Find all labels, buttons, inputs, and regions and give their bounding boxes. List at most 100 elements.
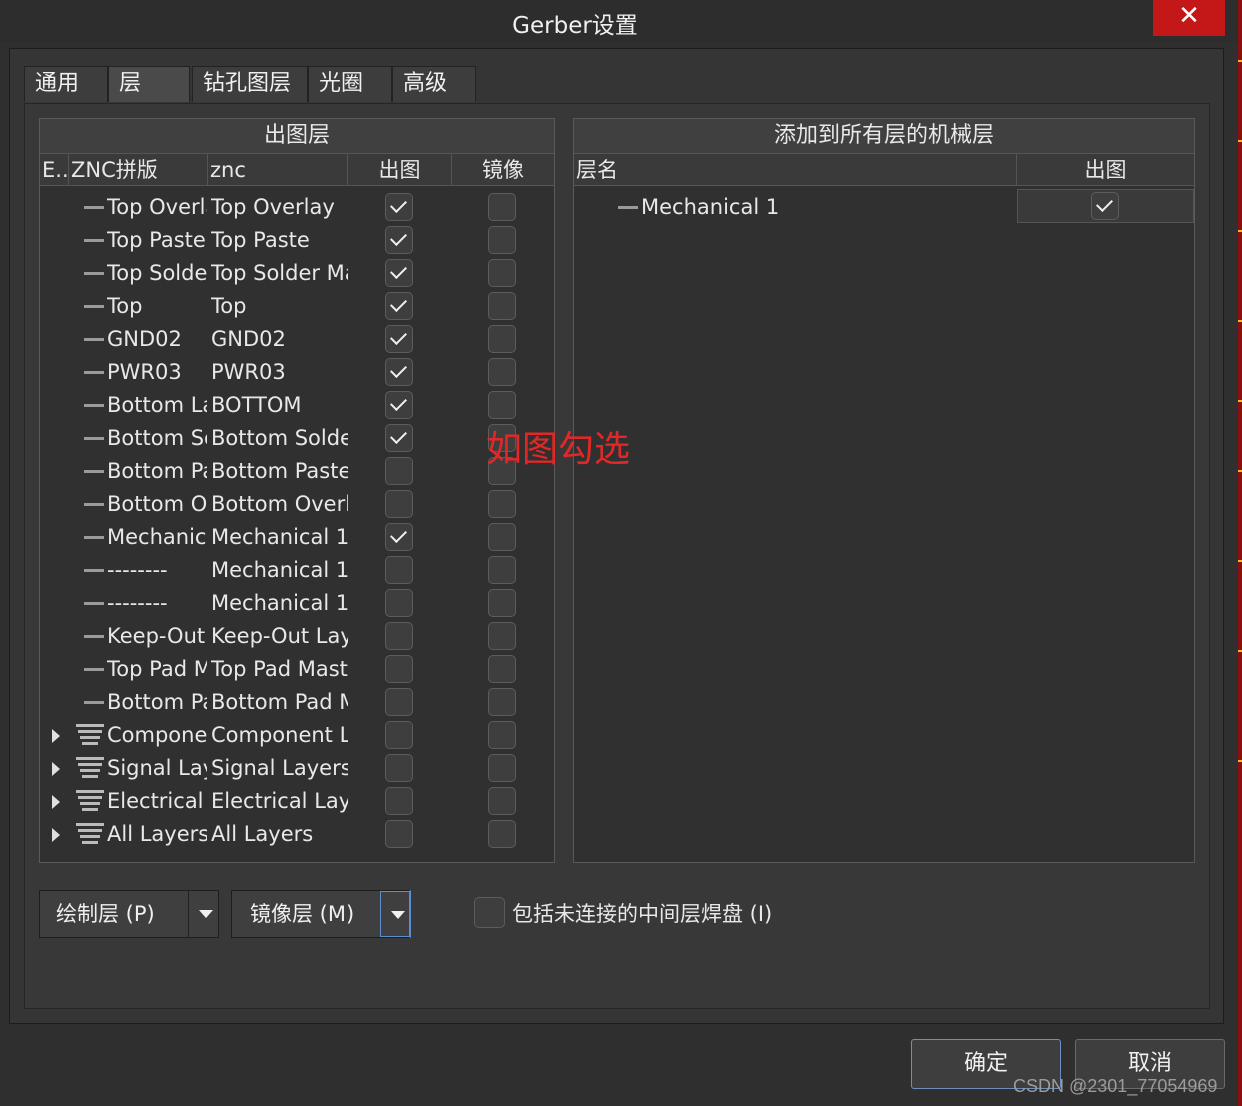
plot-checkbox[interactable]	[385, 259, 413, 287]
mirror-checkbox[interactable]	[488, 754, 516, 782]
plot-checkbox[interactable]	[385, 622, 413, 650]
expand-arrow-icon[interactable]	[52, 762, 60, 776]
layer-line-icon	[84, 371, 104, 374]
expand-arrow-icon[interactable]	[52, 795, 60, 809]
table-row[interactable]: Electrical LElectrical Layer	[40, 785, 554, 818]
layer-cell: Keep-Out	[107, 624, 206, 648]
table-row[interactable]: -------- Mechanical 13	[40, 554, 554, 587]
table-row[interactable]: Bottom La BOTTOM	[40, 389, 554, 422]
plot-checkbox[interactable]	[385, 358, 413, 386]
table-row[interactable]: GND02 GND02	[40, 323, 554, 356]
tab-drill-drawing[interactable]: 钻孔图层	[192, 66, 308, 102]
plot-checkbox[interactable]	[385, 424, 413, 452]
layer-line-icon	[84, 635, 104, 638]
tab-advanced[interactable]: 高级	[392, 66, 476, 102]
mirror-checkbox[interactable]	[488, 259, 516, 287]
mirror-checkbox[interactable]	[488, 820, 516, 848]
table-row[interactable]: Bottom Pa Bottom Pad M	[40, 686, 554, 719]
table-row[interactable]: Top OverlaTop Overlay	[40, 191, 554, 224]
plot-checkbox[interactable]	[385, 193, 413, 221]
layer-line-icon	[84, 701, 104, 704]
chevron-down-icon[interactable]	[188, 891, 219, 937]
col-header-layer-name[interactable]: 层名	[574, 154, 1017, 186]
table-row[interactable]: PWR03 PWR03	[40, 356, 554, 389]
mirror-checkbox[interactable]	[488, 787, 516, 815]
mirror-checkbox[interactable]	[488, 523, 516, 551]
name-cell: Bottom Pad M	[211, 690, 348, 714]
plot-checkbox[interactable]	[385, 787, 413, 815]
name-cell: Top Overlay	[211, 195, 335, 219]
mirror-checkbox[interactable]	[488, 391, 516, 419]
name-cell: Bottom Paste	[211, 459, 348, 483]
col-header-mirror[interactable]: 镜像	[452, 154, 554, 186]
table-row[interactable]: Signal LayeSignal Layers	[40, 752, 554, 785]
col-header-name[interactable]: znc	[208, 154, 348, 186]
table-row[interactable]: Top Paste Top Paste	[40, 224, 554, 257]
col-header-mech-plot[interactable]: 出图	[1017, 154, 1194, 186]
plot-checkbox[interactable]	[385, 688, 413, 716]
tab-apertures[interactable]: 光圈	[308, 66, 392, 102]
plot-checkbox[interactable]	[385, 226, 413, 254]
table-row[interactable]: Bottom Pa Bottom Paste	[40, 455, 554, 488]
col-header-plot[interactable]: 出图	[348, 154, 452, 186]
plot-layers-dropdown[interactable]: 绘制层 (P)	[39, 890, 219, 938]
plot-checkbox[interactable]	[385, 292, 413, 320]
table-row[interactable]: -------- Mechanical 15	[40, 587, 554, 620]
mirror-layers-dropdown[interactable]: 镜像层 (M)	[231, 890, 411, 938]
mech-plot-checkbox[interactable]	[1091, 192, 1119, 220]
plot-checkbox[interactable]	[385, 655, 413, 683]
mirror-checkbox[interactable]	[488, 490, 516, 518]
mirror-checkbox[interactable]	[488, 292, 516, 320]
mirror-checkbox[interactable]	[488, 325, 516, 353]
plot-checkbox[interactable]	[385, 325, 413, 353]
plot-checkbox[interactable]	[385, 721, 413, 749]
close-button[interactable]: ✕	[1153, 0, 1225, 36]
plot-checkbox[interactable]	[385, 556, 413, 584]
tab-layers[interactable]: 层	[108, 66, 190, 102]
mirror-checkbox[interactable]	[488, 226, 516, 254]
layer-line-icon	[618, 206, 638, 209]
mirror-checkbox[interactable]	[488, 556, 516, 584]
expand-arrow-icon[interactable]	[52, 828, 60, 842]
mirror-checkbox[interactable]	[488, 622, 516, 650]
layer-cell: Signal Laye	[107, 756, 207, 780]
mirror-checkbox[interactable]	[488, 655, 516, 683]
plot-checkbox[interactable]	[385, 490, 413, 518]
table-row[interactable]: Top Solde Top Solder Ma	[40, 257, 554, 290]
name-cell: All Layers	[211, 822, 314, 846]
col-header-layer[interactable]: ZNC拼版	[69, 154, 208, 186]
col-header-extension[interactable]: E...	[40, 154, 69, 186]
table-row[interactable]: Mechanical 1	[574, 189, 1194, 224]
plot-checkbox[interactable]	[385, 820, 413, 848]
layer-cell: Top Overla	[107, 195, 207, 219]
table-row[interactable]: Top Top	[40, 290, 554, 323]
include-unconnected-checkbox[interactable]	[474, 897, 505, 928]
table-row[interactable]: Bottom OvBottom Overla	[40, 488, 554, 521]
mirror-checkbox[interactable]	[488, 721, 516, 749]
mirror-checkbox[interactable]	[488, 589, 516, 617]
layer-cell: Top Paste	[107, 228, 206, 252]
plot-checkbox[interactable]	[385, 589, 413, 617]
chevron-down-icon[interactable]	[380, 891, 410, 937]
layer-line-icon	[84, 503, 104, 506]
mechanical-layers-list: Mechanical 1	[574, 189, 1194, 859]
layer-cell: Mechanica	[107, 525, 207, 549]
table-row[interactable]: ComponerComponent La	[40, 719, 554, 752]
table-row[interactable]: Bottom So Bottom Solder	[40, 422, 554, 455]
tab-general[interactable]: 通用	[24, 66, 108, 102]
mirror-checkbox[interactable]	[488, 688, 516, 716]
table-row[interactable]: Top Pad M Top Pad Maste	[40, 653, 554, 686]
table-row[interactable]: MechanicaMechanical 1	[40, 521, 554, 554]
name-cell: Bottom Overla	[211, 492, 348, 516]
expand-arrow-icon[interactable]	[52, 729, 60, 743]
mirror-checkbox[interactable]	[488, 358, 516, 386]
plot-checkbox[interactable]	[385, 457, 413, 485]
mirror-checkbox[interactable]	[488, 193, 516, 221]
table-row[interactable]: Keep-OutKeep-Out Laye	[40, 620, 554, 653]
plot-checkbox[interactable]	[385, 391, 413, 419]
plot-checkbox[interactable]	[385, 754, 413, 782]
plot-checkbox[interactable]	[385, 523, 413, 551]
background-window-edge	[1238, 0, 1242, 1106]
layer-cell: GND02	[107, 327, 182, 351]
table-row[interactable]: All Layers All Layers	[40, 818, 554, 851]
